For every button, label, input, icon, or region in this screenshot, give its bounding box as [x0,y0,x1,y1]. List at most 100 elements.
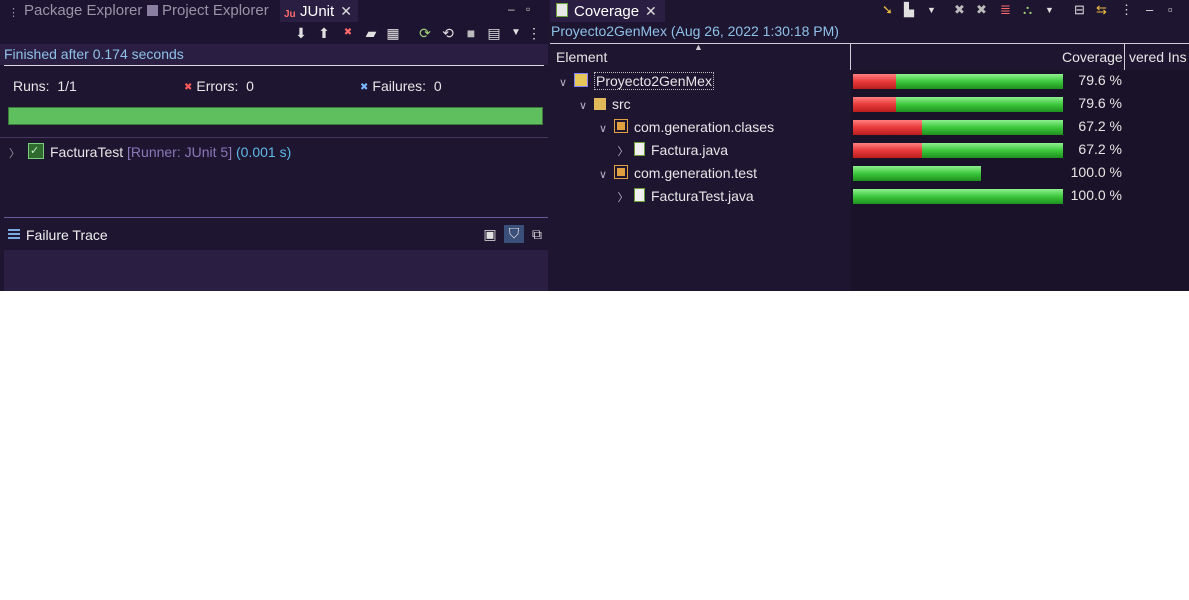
runs-counter: Runs: 1/1 [13,78,77,94]
previous-failure-icon[interactable]: ⬆ [316,25,332,41]
coverage-column-header: ▲ Element Coverage vered Ins [550,42,1189,71]
close-icon[interactable]: ✕ [645,0,657,22]
failure-icon: ✖ [360,82,369,93]
tab-project-explorer[interactable]: Project Explorer [147,0,269,22]
column-divider[interactable] [1124,44,1125,70]
chevron-down-icon[interactable]: ∨ [576,95,590,118]
test-history-icon[interactable]: ▤ [486,25,502,41]
missed-segment [853,120,922,135]
test-class-icon [28,141,44,161]
dropdown-icon[interactable]: ▼ [927,1,936,19]
chevron-right-icon[interactable]: 〉 [616,187,630,210]
coverage-bar [853,166,981,181]
close-icon[interactable]: ✕ [340,0,352,22]
more-icon[interactable]: ⋮ [1120,1,1133,19]
coverage-session-title: Proyecto2GenMex (Aug 26, 2022 1:30:18 PM… [551,23,839,39]
coverage-icon [556,3,568,17]
tab-coverage[interactable]: Coverage ✕ [550,0,665,22]
next-failure-icon[interactable]: ⬇ [293,25,309,41]
maximize-icon[interactable]: ▫ [1168,1,1173,19]
import-session-icon[interactable]: ⛬ [1023,1,1032,19]
status-text: Finished after 0.174 seconds [4,46,184,62]
test-tree: 〉 FacturaTest [Runner: JUnit 5] (0.001 s) [0,137,548,218]
relaunch-icon[interactable]: ➘ [882,1,893,19]
view-menu-icon[interactable]: ▼ [508,25,524,41]
stop-icon[interactable]: ■ [463,25,479,41]
column-divider[interactable] [850,44,851,70]
test-counters: Runs: 1/1 ✖ Errors: 0 ✖ Failures: 0 [0,66,548,136]
session-select-icon[interactable]: ▙ [904,1,914,19]
coverage-percent: 67.2 % [1078,118,1122,134]
maximize-icon[interactable]: ▫ [526,2,530,16]
tree-row-package-clases[interactable]: ∨ com.generation.clases [596,116,774,139]
tab-label: Project Explorer [162,2,269,19]
coverage-bars: 79.6 % 79.6 % 67.2 % 67.2 % 100.0 % 100.0 % [851,70,1189,291]
tree-row-facturatest-java[interactable]: 〉 FacturaTest.java [616,185,754,208]
chevron-down-icon[interactable]: ∨ [596,118,610,141]
collapse-all-icon[interactable]: ⊟ [1074,1,1085,19]
coverage-tree: ∨ Proyecto2GenMex ∨ src ∨ com.generation.cl… [550,70,851,291]
more-icon[interactable]: ⋮ [526,25,542,41]
row-label: com.generation.clases [634,119,775,135]
tab-package-explorer[interactable]: ⋮ Package Explorer [8,0,142,22]
rerun-failed-first-icon[interactable]: ⟲ [440,25,456,41]
eclipse-window: ⋮ Package Explorer Project Explorer Ju JUn… [0,0,1189,291]
test-progress-bar [8,107,543,125]
coverage-bar [853,74,1063,89]
tree-row-src[interactable]: ∨ src [576,93,631,116]
failure-trace-title: Failure Trace [26,227,108,243]
source-folder-icon [594,98,606,110]
chevron-down-icon[interactable]: ∨ [596,164,610,187]
project-icon [574,73,588,87]
covered-segment [896,97,1063,112]
merge-sessions-icon[interactable]: ≣ [1000,1,1011,19]
filter-stack-trace-icon[interactable]: ⛉ [504,225,524,243]
coverage-percent: 100.0 % [1070,164,1122,180]
compare-results-icon[interactable]: ▣ [482,226,498,242]
junit-toolbar: ⬇ ⬆ ✖ ▰ ▦ ⟳ ⟲ ■ ▤ ▼ ⋮ [0,22,548,44]
remove-session-icon[interactable]: ✖ [954,1,965,19]
row-label: Proyecto2GenMex [594,72,714,90]
chevron-down-icon[interactable]: ∨ [556,72,570,95]
tree-row-factura-java[interactable]: 〉 Factura.java [616,139,728,162]
rerun-test-icon[interactable]: ⟳ [417,25,433,41]
show-failures-only-icon[interactable]: ✖ [340,25,356,41]
errors-label: Errors: [196,78,239,94]
column-coverage[interactable]: Coverage [1062,49,1123,65]
coverage-percent: 67.2 % [1078,141,1122,157]
sort-indicator-icon: ▲ [694,42,703,52]
runs-value: 1/1 [57,78,77,94]
missed-segment [853,143,922,158]
package-explorer-icon: ⋮ [8,7,19,19]
column-element[interactable]: Element [556,49,607,65]
test-time: (0.001 s) [235,144,292,160]
coverage-bar [853,189,1063,204]
junit-icon: Ju [284,9,296,20]
column-covered-instructions[interactable]: vered Ins [1129,49,1187,65]
chevron-right-icon[interactable]: 〉 [616,141,630,164]
tree-row-project[interactable]: ∨ Proyecto2GenMex [556,70,714,93]
tab-junit[interactable]: Ju JUnit ✕ [280,0,358,22]
copy-trace-icon[interactable]: ⧉ [529,226,545,242]
errors-value: 0 [246,78,254,94]
test-tree-item[interactable]: 〉 FacturaTest [Runner: JUnit 5] (0.001 s) [0,141,292,162]
link-with-selection-icon[interactable]: ⇆ [1096,1,1107,19]
coverage-bar [853,97,1063,112]
java-file-icon [634,142,645,156]
test-name: FacturaTest [50,144,124,160]
failures-value: 0 [433,78,442,94]
junit-status-bar: Finished after 0.174 seconds [0,44,548,65]
minimize-icon[interactable]: ‒ [508,2,515,16]
show-skipped-icon[interactable]: ▦ [385,25,401,41]
row-label: com.generation.test [634,165,757,181]
scroll-lock-icon[interactable]: ▰ [363,25,379,41]
runs-label: Runs: [13,78,50,94]
coverage-percent: 100.0 % [1070,187,1122,203]
tree-row-package-test[interactable]: ∨ com.generation.test [596,162,757,185]
coverage-view: Coverage ✕ ➘ ▙ ▼ ✖ ✖ ≣ ⛬ ▼ ⊟ ⇆ ⋮ ‒ ▫ Proy… [550,0,1189,291]
left-tab-bar: ⋮ Package Explorer Project Explorer Ju JUn… [0,0,548,22]
minimize-icon[interactable]: ‒ [1146,1,1153,19]
remove-all-sessions-icon[interactable]: ✖ [976,1,987,19]
view-menu-icon[interactable]: ▼ [1045,1,1054,19]
chevron-right-icon[interactable]: 〉 [9,148,20,160]
